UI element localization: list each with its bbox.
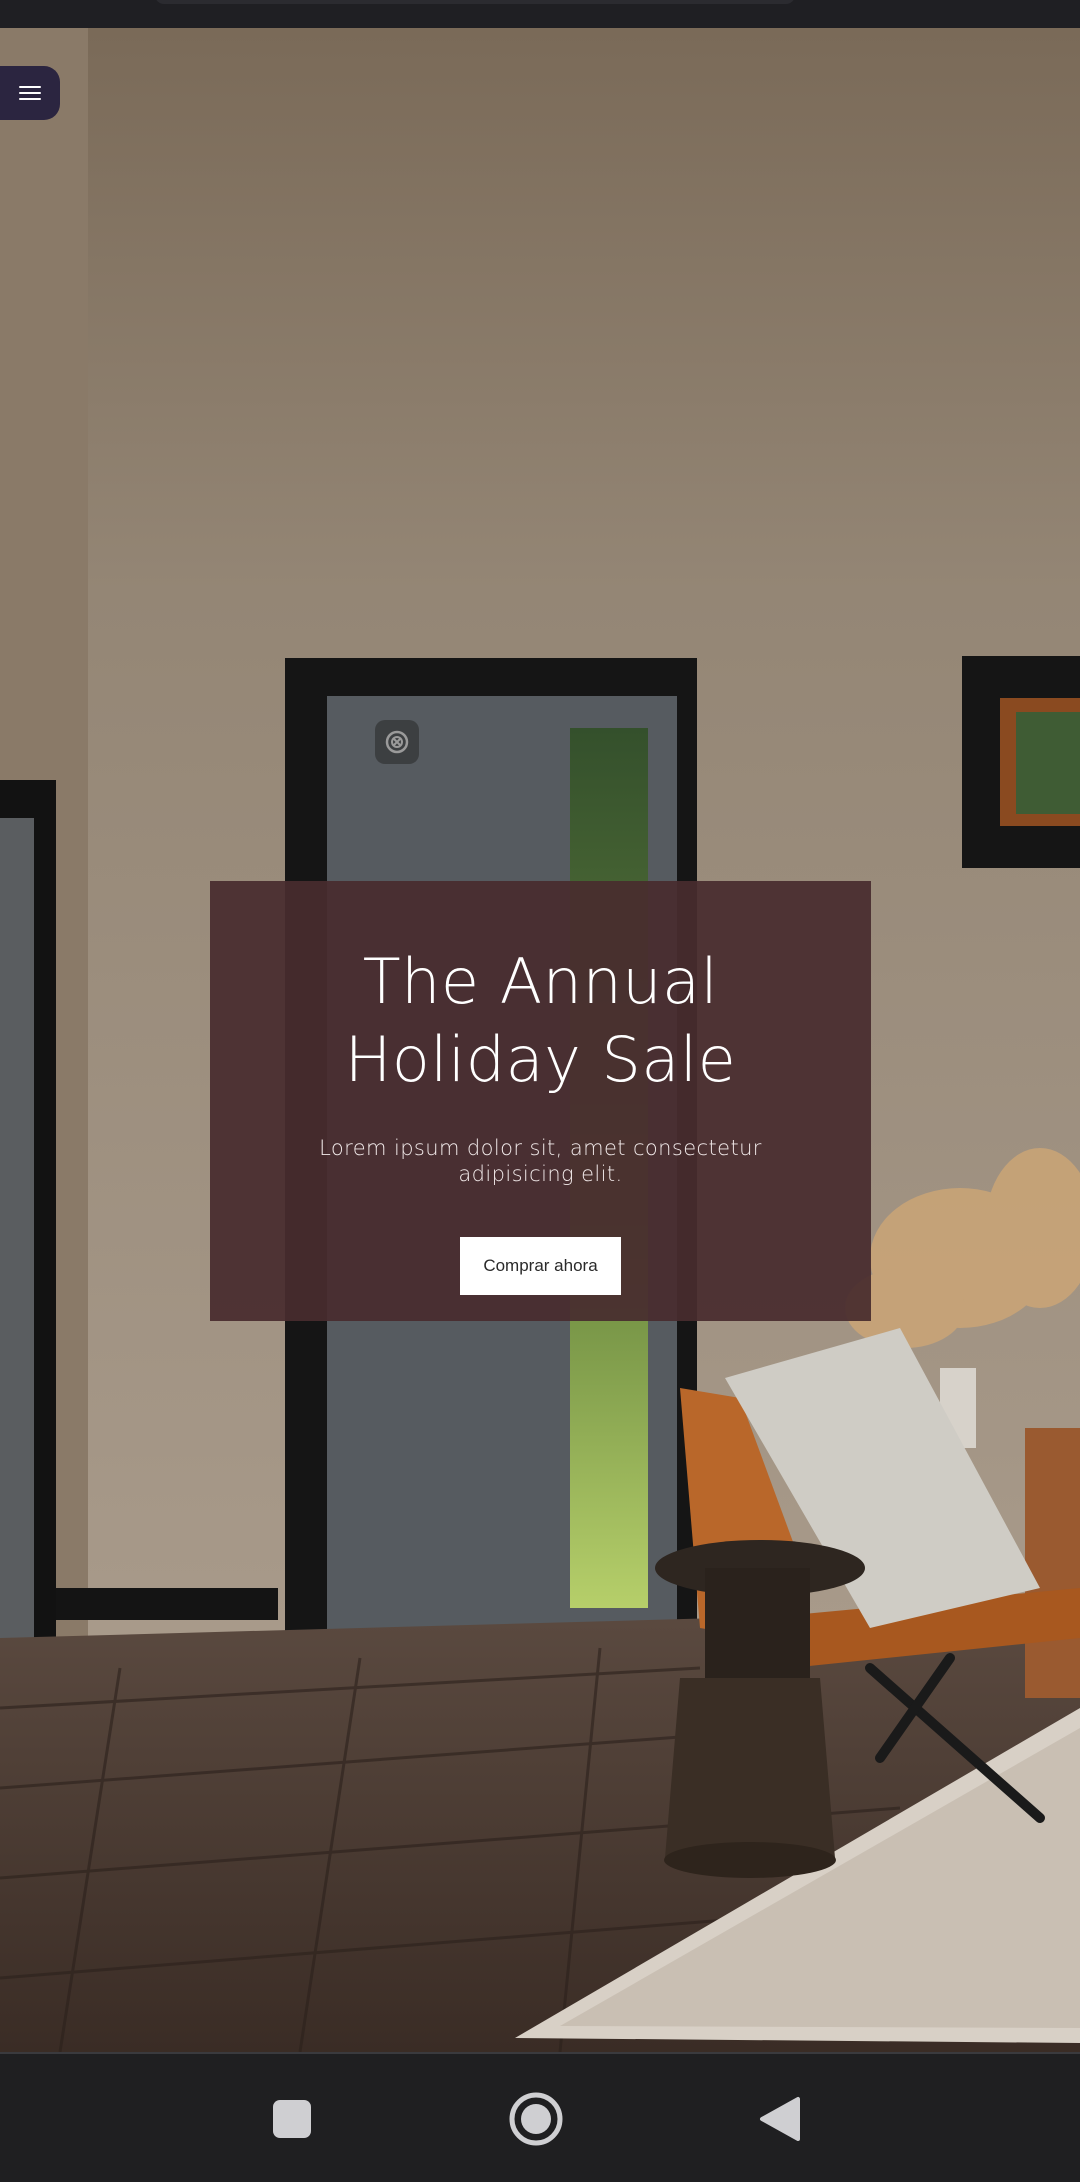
- gear-icon: [375, 720, 419, 764]
- triangle-back-icon: [760, 2097, 800, 2141]
- shop-now-button[interactable]: Comprar ahora: [460, 1237, 621, 1295]
- status-pill: [155, 0, 795, 4]
- promo-title: The Annual Holiday Sale: [344, 945, 737, 1096]
- back-button[interactable]: [720, 2054, 840, 2182]
- system-navigation-bar: [0, 2052, 1080, 2182]
- square-icon: [273, 2100, 311, 2138]
- menu-icon: [19, 86, 41, 100]
- promo-description: Lorem ipsum dolor sit, amet consectetur …: [319, 1136, 762, 1186]
- circle-icon: [509, 2092, 563, 2146]
- home-button[interactable]: [476, 2054, 596, 2182]
- promo-card: The Annual Holiday Sale Lorem ipsum dolo…: [210, 881, 871, 1321]
- menu-button[interactable]: [0, 66, 60, 120]
- status-bar: [0, 0, 1080, 28]
- hero-banner: The Annual Holiday Sale Lorem ipsum dolo…: [0, 28, 1080, 2052]
- recents-button[interactable]: [232, 2054, 352, 2182]
